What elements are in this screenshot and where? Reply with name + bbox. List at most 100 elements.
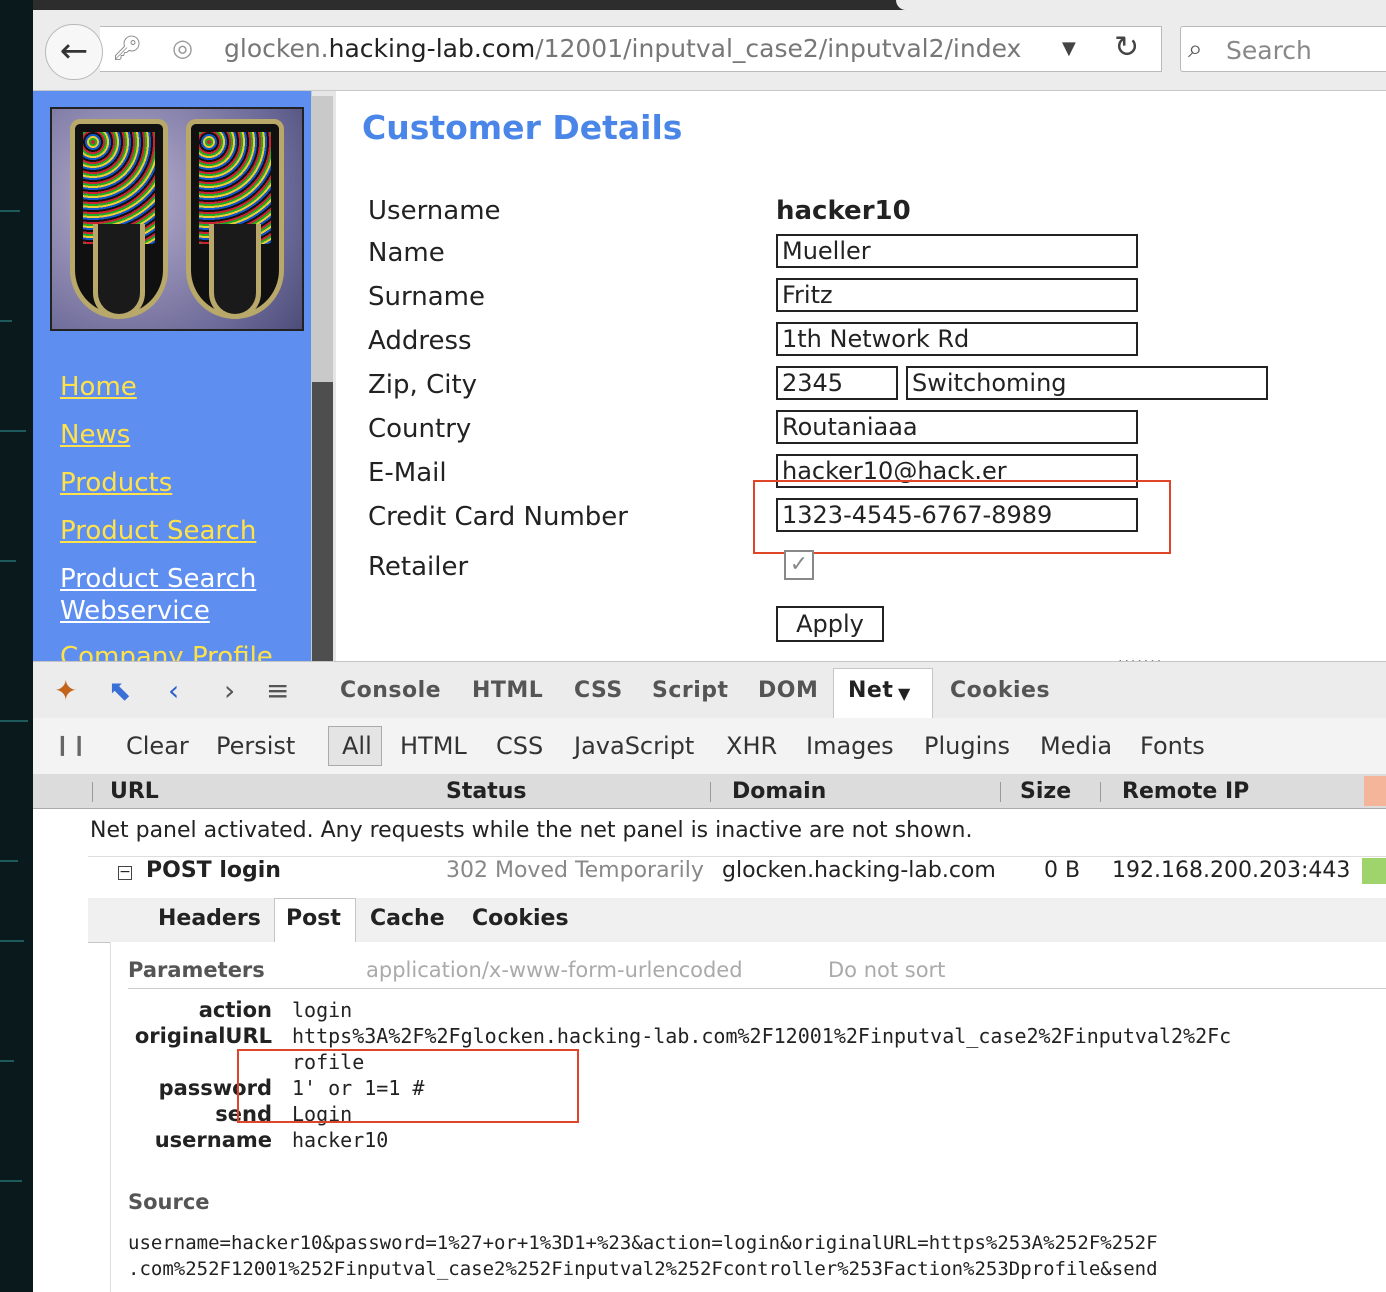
request-domain: glocken.hacking-lab.com (722, 858, 996, 883)
filter-html[interactable]: HTML (400, 732, 467, 760)
filter-plugins[interactable]: Plugins (924, 732, 1010, 760)
search-icon: ⌕ (1188, 34, 1203, 64)
request-url[interactable]: POST login (146, 858, 281, 883)
label-username: Username (368, 196, 501, 226)
filter-css[interactable]: CSS (496, 732, 543, 760)
label-email: E-Mail (368, 458, 447, 488)
column-separator (1100, 782, 1101, 802)
sidebar-link-products[interactable]: Products (60, 468, 172, 498)
xhr-icon[interactable]: ❙❙ (54, 732, 88, 756)
sidebar-link-company-profile[interactable]: Company Profile (60, 642, 273, 661)
apply-button[interactable]: Apply (776, 606, 884, 642)
inspect-icon[interactable]: ⬉ (108, 674, 131, 707)
param-value: login (292, 998, 353, 1022)
tab-cache[interactable]: Cache (370, 906, 445, 931)
scrollbar-thumb[interactable] (312, 382, 333, 661)
back-arrow-icon[interactable]: ‹ (168, 674, 179, 707)
clear-button[interactable]: Clear (126, 732, 189, 760)
logo-image (50, 107, 304, 331)
page-title: Customer Details (362, 108, 683, 147)
city-field[interactable]: Switchoming (906, 366, 1268, 400)
reload-icon[interactable]: ↻ (1114, 30, 1139, 65)
tab-post[interactable]: Post (286, 906, 341, 931)
persist-button[interactable]: Persist (216, 732, 295, 760)
column-separator (1000, 782, 1001, 802)
tab-strip (33, 0, 1386, 10)
column-remote-ip[interactable]: Remote IP (1122, 779, 1249, 804)
sidebar-link-product-search-webservice[interactable]: Product Search (60, 564, 256, 594)
source-line: .com%252F12001%252Finputval_case2%252Fin… (128, 1258, 1158, 1280)
key-icon[interactable]: 🔑︎ (112, 34, 142, 62)
column-separator (710, 782, 711, 802)
tab-headers[interactable]: Headers (158, 906, 261, 931)
sort-toggle[interactable]: Do not sort (828, 958, 945, 982)
param-key: username (154, 1128, 272, 1152)
source-line: username=hacker10&password=1%27+or+1%3D1… (128, 1232, 1158, 1254)
name-field[interactable]: Mueller (776, 234, 1138, 268)
label-retailer: Retailer (368, 552, 469, 582)
label-credit-card: Credit Card Number (368, 502, 628, 532)
column-url[interactable]: URL (110, 779, 159, 804)
label-address: Address (368, 326, 472, 356)
sidebar-link-product-search[interactable]: Product Search (60, 516, 256, 546)
chevron-down-icon[interactable]: ▼ (898, 684, 911, 703)
tab-script[interactable]: Script (652, 678, 729, 703)
command-line-icon[interactable]: ≡ (266, 674, 289, 707)
divider (128, 988, 1386, 989)
param-key: action (198, 998, 272, 1022)
label-zip-city: Zip, City (368, 370, 478, 400)
label-name: Name (368, 238, 445, 268)
content-type: application/x-www-form-urlencoded (366, 958, 743, 982)
collapse-icon[interactable]: − (118, 865, 132, 880)
column-domain[interactable]: Domain (732, 779, 826, 804)
timeline-bar (1362, 858, 1386, 884)
zip-field[interactable]: 2345 (776, 366, 898, 400)
filter-media[interactable]: Media (1040, 732, 1112, 760)
username-value: hacker10 (776, 196, 911, 226)
parameters-header: Parameters (128, 958, 265, 982)
highlight-box-credit-card (753, 480, 1171, 554)
filter-javascript[interactable]: JavaScript (574, 732, 694, 760)
tab-net[interactable]: Net (848, 678, 893, 703)
back-button[interactable]: ← (45, 24, 103, 80)
filter-fonts[interactable]: Fonts (1140, 732, 1205, 760)
request-status: 302 Moved Temporarily (446, 858, 704, 883)
desktop-background (0, 0, 33, 1292)
request-size: 0 B (1044, 858, 1081, 883)
timeline-column (1364, 776, 1386, 806)
tab-css[interactable]: CSS (574, 678, 623, 703)
sidebar-link-home[interactable]: Home (60, 372, 137, 402)
column-size[interactable]: Size (1020, 779, 1071, 804)
globe-icon[interactable]: ◎ (172, 34, 193, 62)
search-placeholder[interactable]: Search (1226, 36, 1312, 65)
label-surname: Surname (368, 282, 485, 312)
filter-all[interactable]: All (342, 732, 372, 760)
tab-dom[interactable]: DOM (758, 678, 818, 703)
scrollbar-track[interactable] (312, 96, 333, 382)
label-country: Country (368, 414, 472, 444)
param-value: hacker10 (292, 1128, 389, 1152)
firebug-icon[interactable]: ✦ (54, 674, 77, 707)
filter-images[interactable]: Images (806, 732, 894, 760)
retailer-checkbox[interactable]: ✓ (784, 550, 814, 580)
sidebar-link-news[interactable]: News (60, 420, 130, 450)
surname-field[interactable]: Fritz (776, 278, 1138, 312)
tab-console[interactable]: Console (340, 678, 441, 703)
url-text[interactable]: glocken.hacking-lab.com/12001/inputval_c… (224, 34, 1021, 63)
net-panel-note: Net panel activated. Any requests while … (90, 818, 973, 843)
country-field[interactable]: Routaniaaa (776, 410, 1138, 444)
forward-arrow-icon[interactable]: › (224, 674, 235, 707)
source-header: Source (128, 1190, 210, 1214)
sidebar-link-webservice[interactable]: Webservice (60, 596, 210, 626)
address-field[interactable]: 1th Network Rd (776, 322, 1138, 356)
param-value: https%3A%2F%2Fglocken.hacking-lab.com%2F… (292, 1024, 1232, 1048)
column-separator (92, 782, 93, 802)
column-status[interactable]: Status (446, 779, 526, 804)
highlight-box-password (237, 1049, 579, 1123)
tab-cookies-sub[interactable]: Cookies (472, 906, 569, 931)
tab-html[interactable]: HTML (472, 678, 543, 703)
chevron-down-icon[interactable]: ▼ (1062, 38, 1076, 59)
filter-xhr[interactable]: XHR (726, 732, 777, 760)
tab-cookies[interactable]: Cookies (950, 678, 1050, 703)
param-key: originalURL (134, 1024, 272, 1048)
